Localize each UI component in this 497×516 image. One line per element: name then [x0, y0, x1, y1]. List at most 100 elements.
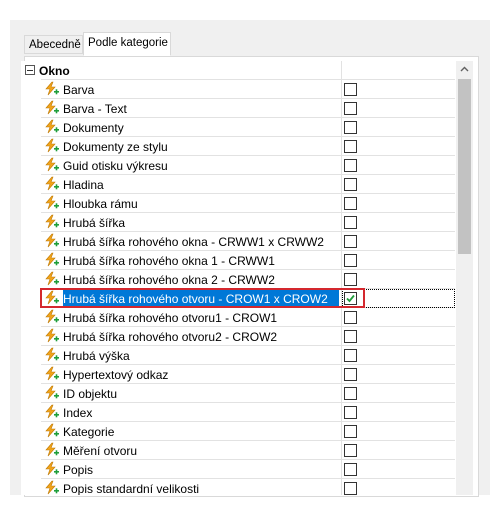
- value-cell[interactable]: [342, 80, 455, 99]
- property-checkbox[interactable]: [344, 197, 357, 210]
- row-gutter: [21, 422, 41, 441]
- property-icon: [43, 119, 61, 135]
- value-cell[interactable]: [342, 384, 455, 403]
- row-gutter: [21, 403, 41, 422]
- property-row[interactable]: Hrubá šířka rohového okna 1 - CRWW1: [21, 251, 455, 270]
- property-checkbox[interactable]: [344, 159, 357, 172]
- value-cell[interactable]: [342, 156, 455, 175]
- property-row[interactable]: Popis: [21, 460, 455, 479]
- property-row[interactable]: Guid otisku výkresu: [21, 156, 455, 175]
- value-cell[interactable]: [342, 194, 455, 213]
- value-cell[interactable]: [342, 441, 455, 460]
- property-checkbox[interactable]: [344, 330, 357, 343]
- row-gutter: [21, 327, 41, 346]
- property-checkbox[interactable]: [344, 140, 357, 153]
- property-label: Popis standardní velikosti: [63, 482, 200, 495]
- scroll-up-icon[interactable]: [456, 61, 473, 78]
- value-cell[interactable]: [342, 403, 455, 422]
- property-row[interactable]: Hrubá výška: [21, 346, 455, 365]
- value-cell[interactable]: [342, 422, 455, 441]
- property-checkbox[interactable]: [344, 444, 357, 457]
- property-checkbox[interactable]: [344, 273, 357, 286]
- property-checkbox[interactable]: [344, 216, 357, 229]
- value-cell[interactable]: [342, 118, 455, 137]
- value-cell[interactable]: [342, 251, 455, 270]
- property-row[interactable]: Hloubka rámu: [21, 194, 455, 213]
- property-checkbox[interactable]: [344, 235, 357, 248]
- property-checkbox[interactable]: [344, 387, 357, 400]
- value-cell[interactable]: [342, 232, 455, 251]
- property-row[interactable]: Barva - Text: [21, 99, 455, 118]
- property-row[interactable]: Měření otvoru: [21, 441, 455, 460]
- row-gutter: [21, 365, 41, 384]
- property-label: Hrubá šířka rohového otvoru - CROW1 x CR…: [63, 292, 328, 306]
- property-row[interactable]: Dokumenty: [21, 118, 455, 137]
- value-cell[interactable]: [342, 99, 455, 118]
- property-icon: [43, 461, 61, 477]
- scroll-thumb[interactable]: [458, 79, 471, 254]
- property-icon: [43, 480, 61, 495]
- property-label: Hrubá výška: [63, 349, 130, 363]
- property-row[interactable]: Popis standardní velikosti: [21, 479, 455, 495]
- property-label: Dokumenty ze stylu: [63, 140, 168, 154]
- property-checkbox[interactable]: [344, 102, 357, 115]
- value-cell[interactable]: [342, 308, 455, 327]
- property-checkbox[interactable]: [344, 254, 357, 267]
- value-cell[interactable]: [342, 460, 455, 479]
- property-checkbox[interactable]: [344, 121, 357, 134]
- property-row[interactable]: Hrubá šířka rohového otvoru1 - CROW1: [21, 308, 455, 327]
- property-checkbox[interactable]: [344, 463, 357, 476]
- row-gutter: [21, 251, 41, 270]
- value-cell[interactable]: [342, 346, 455, 365]
- value-cell[interactable]: [342, 137, 455, 156]
- property-checkbox[interactable]: [344, 349, 357, 362]
- tab-alphabetical[interactable]: Abecedně: [24, 35, 83, 54]
- property-label: ID objektu: [63, 387, 118, 401]
- row-gutter: [21, 441, 41, 460]
- property-row[interactable]: Hypertextový odkaz: [21, 365, 455, 384]
- property-icon: [43, 385, 61, 401]
- value-cell[interactable]: [342, 213, 455, 232]
- row-gutter: [21, 270, 41, 289]
- property-row[interactable]: Index: [21, 403, 455, 422]
- property-row[interactable]: Hladina: [21, 175, 455, 194]
- property-checkbox[interactable]: [344, 178, 357, 191]
- category-row-okno[interactable]: Okno: [21, 61, 455, 80]
- property-row[interactable]: Hrubá šířka rohového otvoru2 - CROW2: [21, 327, 455, 346]
- property-checkbox[interactable]: [344, 368, 357, 381]
- property-row[interactable]: ID objektu: [21, 384, 455, 403]
- value-cell[interactable]: [342, 365, 455, 384]
- collapse-icon[interactable]: [25, 65, 35, 75]
- property-checkbox[interactable]: [344, 292, 357, 305]
- property-row[interactable]: Barva: [21, 80, 455, 99]
- tab-by-category[interactable]: Podle kategorie: [83, 32, 171, 56]
- row-gutter: [21, 213, 41, 232]
- name-cell: [41, 61, 342, 80]
- property-label: Hrubá šířka: [63, 216, 126, 230]
- vertical-scrollbar[interactable]: [456, 61, 473, 495]
- property-grid: Okno Barva Barva - Text Dokumenty Dokumenty…: [21, 61, 455, 495]
- property-row[interactable]: Hrubá šířka rohového okna - CRWW1 x CRWW…: [21, 232, 455, 251]
- value-cell[interactable]: [342, 327, 455, 346]
- property-row[interactable]: Hrubá šířka: [21, 213, 455, 232]
- value-cell[interactable]: [342, 175, 455, 194]
- property-checkbox[interactable]: [344, 311, 357, 324]
- property-row[interactable]: Hrubá šířka rohového okna 2 - CRWW2: [21, 270, 455, 289]
- property-row[interactable]: Hrubá šířka rohového otvoru - CROW1 x CR…: [21, 289, 455, 308]
- property-icon: [43, 404, 61, 420]
- value-cell[interactable]: [342, 289, 455, 308]
- property-checkbox[interactable]: [344, 482, 357, 495]
- property-checkbox[interactable]: [344, 83, 357, 96]
- row-gutter: [21, 308, 41, 327]
- property-checkbox[interactable]: [344, 406, 357, 419]
- value-cell[interactable]: [342, 270, 455, 289]
- property-label: Hloubka rámu: [63, 197, 138, 211]
- property-label: Guid otisku výkresu: [63, 159, 168, 173]
- value-cell[interactable]: [342, 479, 455, 495]
- value-cell: [342, 61, 455, 80]
- property-label: Hrubá šířka rohového okna 1 - CRWW1: [63, 254, 275, 268]
- property-row[interactable]: Dokumenty ze stylu: [21, 137, 455, 156]
- property-row[interactable]: Kategorie: [21, 422, 455, 441]
- property-checkbox[interactable]: [344, 425, 357, 438]
- row-gutter: [21, 156, 41, 175]
